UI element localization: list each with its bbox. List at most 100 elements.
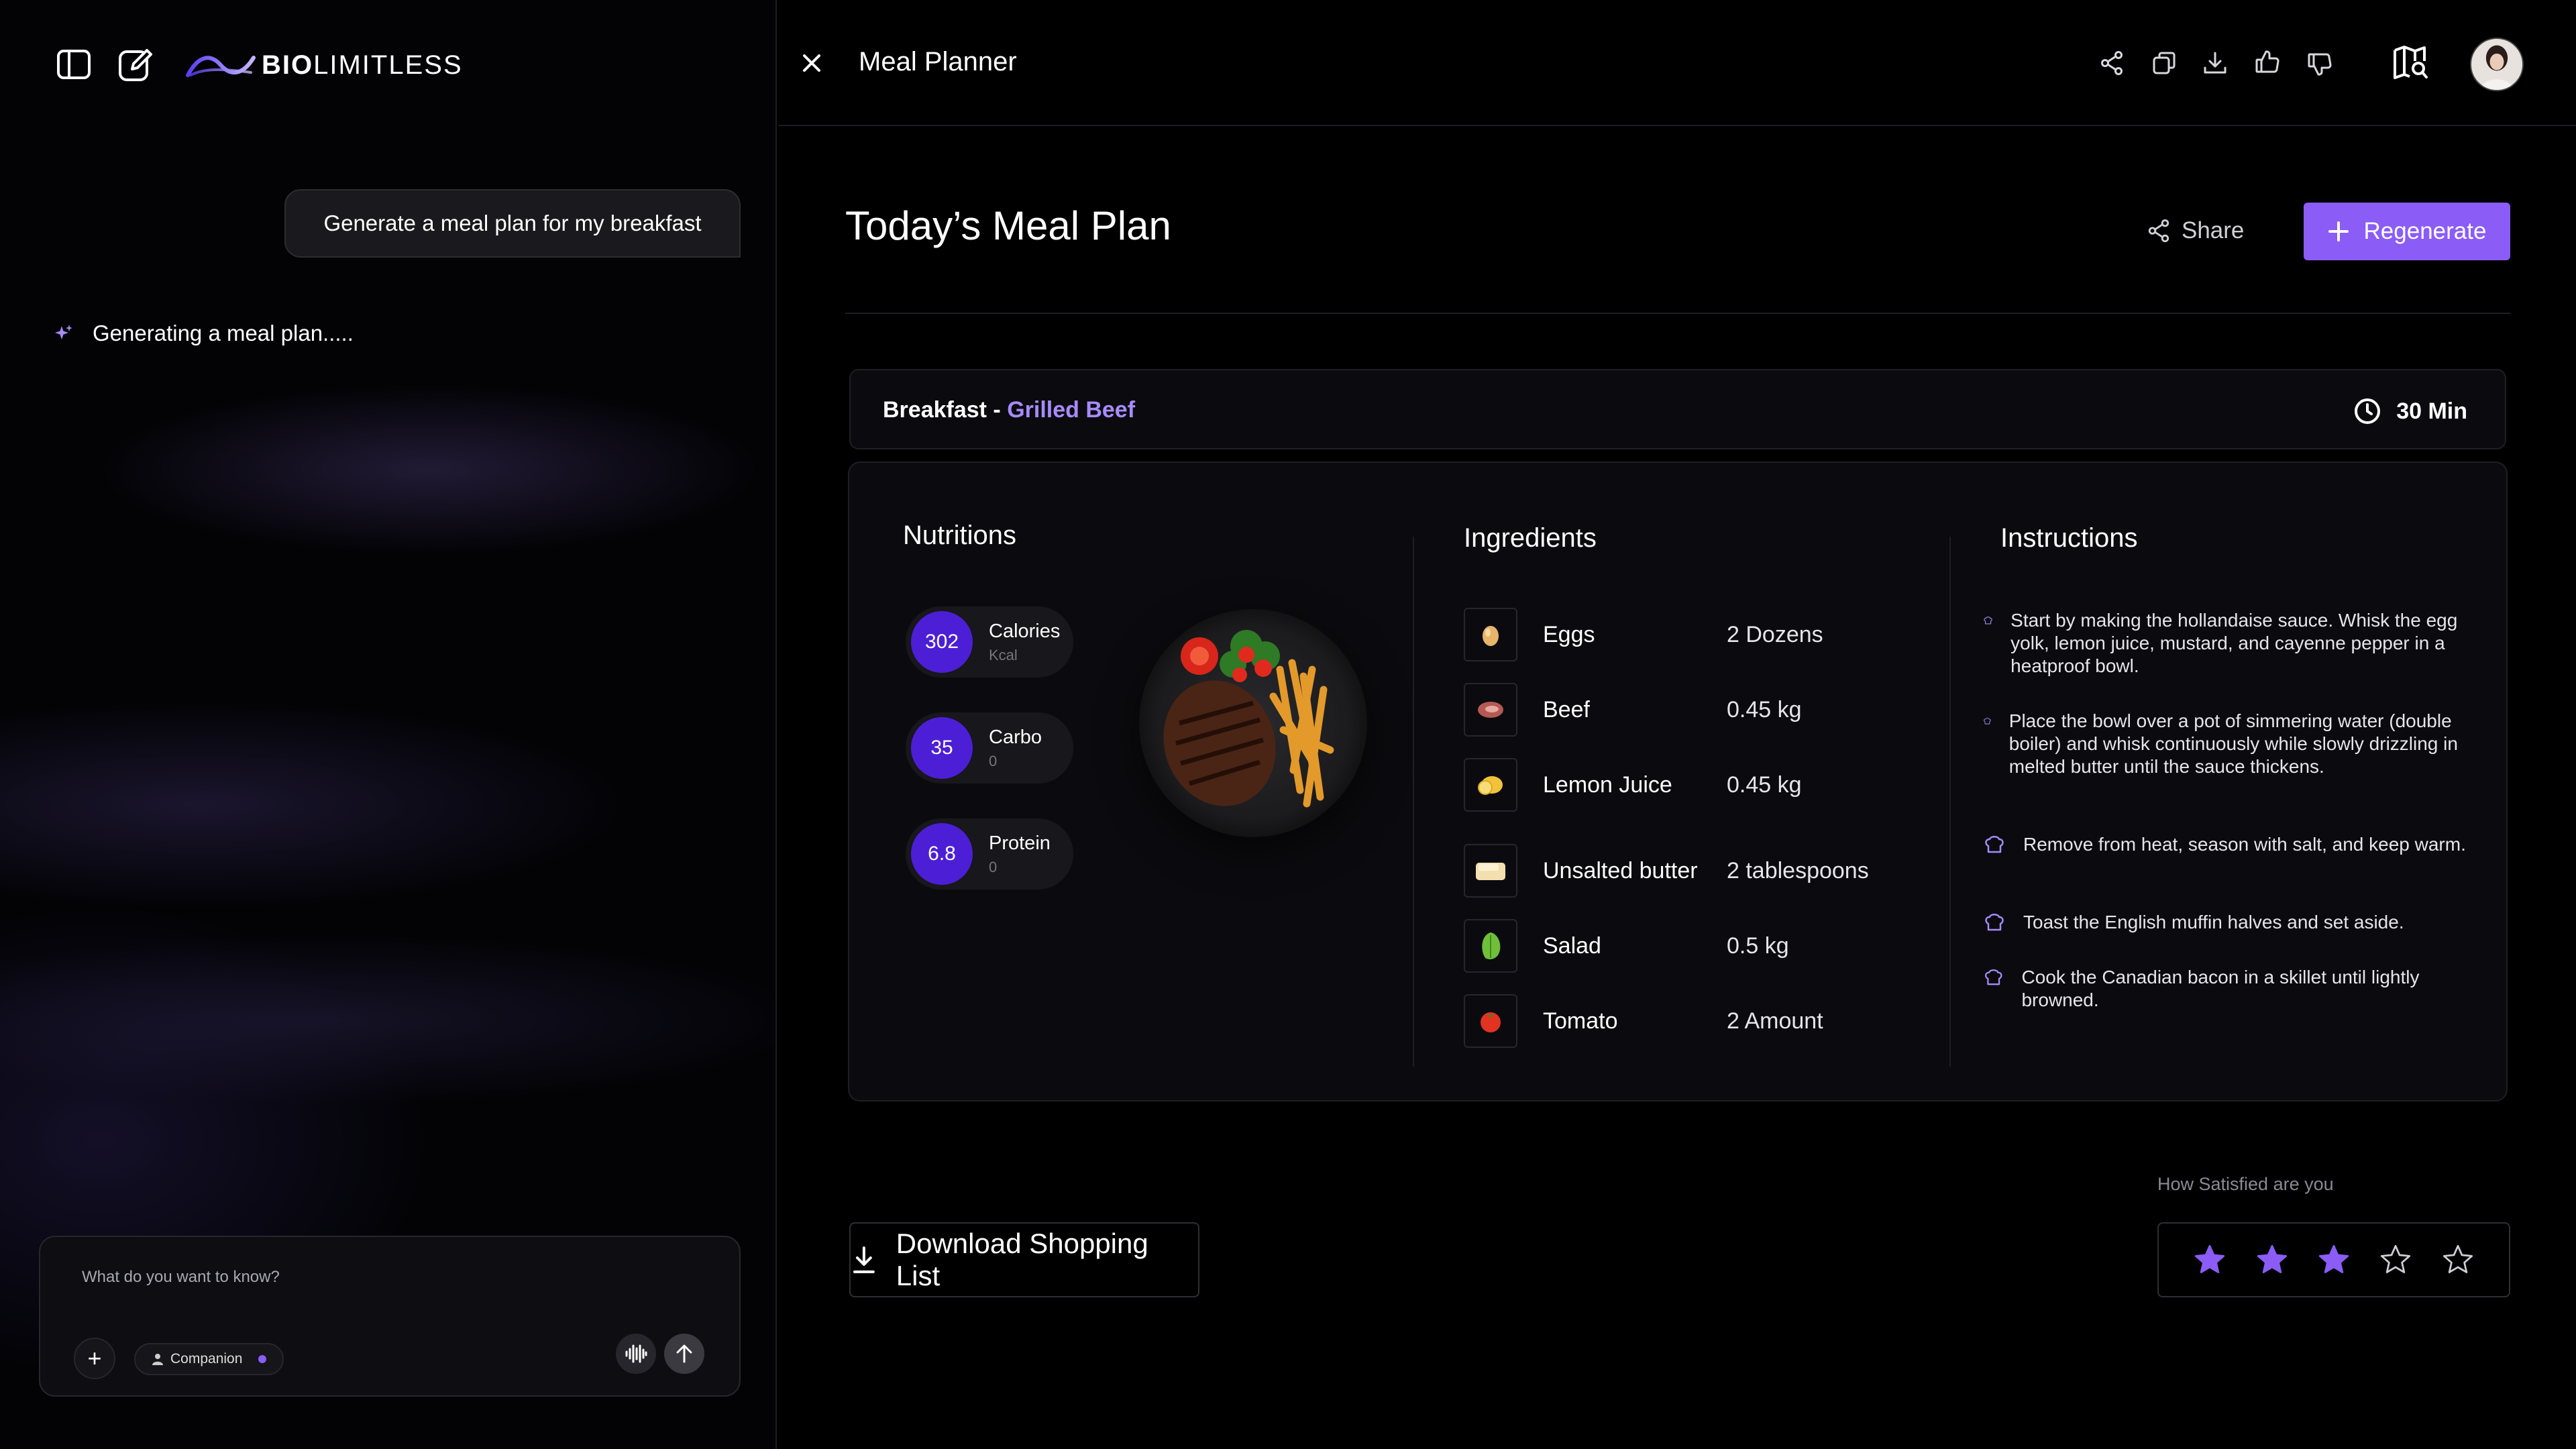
nutrition-item: 6.8 Protein 0 [906,818,1073,890]
star-empty-icon[interactable] [2442,1244,2474,1276]
lemon-icon [1464,758,1517,812]
nutrition-name: Carbo [989,726,1042,748]
avatar[interactable] [2470,38,2524,91]
meal-image [1139,609,1367,837]
status-dot [258,1355,267,1363]
star-filled-icon[interactable] [2194,1244,2226,1276]
attach-button[interactable]: + [74,1338,115,1379]
nutrition-name: Protein [989,832,1051,854]
instruction-step: Toast the English muffin halves and set … [1983,911,2466,934]
send-button[interactable] [664,1334,704,1374]
chef-hat-icon [1985,836,2004,853]
panel-title: Meal Planner [859,47,1017,76]
companion-mode-label: Companion [170,1351,243,1366]
share-button[interactable]: Share [2147,217,2244,244]
new-chat-icon[interactable] [115,44,156,85]
panel-header: Meal Planner [778,0,2576,126]
clock-icon [2355,398,2381,424]
chef-hat-icon [1984,616,1992,625]
egg-icon [1464,608,1517,661]
companion-mode-chip[interactable]: Companion [134,1343,284,1375]
ingredient-row: Lemon Juice 0.45 kg [1464,758,1802,812]
column-divider [1949,537,1951,1067]
nutrition-unit: Kcal [989,646,1018,663]
meal-planner-panel: Meal Planner Today’s Meal Plan Share Reg… [778,0,2576,1449]
meal-duration: 30 Min [2353,397,2467,425]
star-filled-icon[interactable] [2256,1244,2288,1276]
ingredient-name: Unsalted butter [1543,857,1698,883]
meal-name: Grilled Beef [1007,397,1136,423]
thumbs-up-icon[interactable] [2253,47,2282,76]
download-icon[interactable] [2200,48,2230,78]
ingredient-row: Salad 0.5 kg [1464,919,1789,973]
ingredient-name: Eggs [1543,621,1595,647]
ingredient-row: Eggs 2 Dozens [1464,608,1823,661]
chef-hat-icon [1985,969,2002,985]
instructions-title: Instructions [2000,523,2138,553]
waveform-icon [625,1344,647,1363]
sparkle-icon [55,325,72,339]
instruction-step: Place the bowl over a pot of simmering w… [1983,710,2466,778]
instruction-step: Remove from heat, season with salt, and … [1983,833,2466,856]
meal-details-card: Nutritions 302 Calories Kcal 35 Carbo 0 6.… [848,462,2508,1102]
voice-input-button[interactable] [616,1334,656,1374]
grilled-beef-plate-icon [1163,630,1334,808]
meal-duration-text: 30 Min [2396,398,2467,424]
person-icon [152,1354,163,1365]
tomato-icon [1464,994,1517,1048]
ingredient-name: Salad [1543,932,1601,959]
ingredient-quantity: 2 Amount [1727,1008,1823,1034]
instruction-text: Toast the English muffin halves and set … [2023,912,2404,932]
meal-header: Breakfast - Grilled Beef 30 Min [849,369,2506,449]
nutrition-unit: 0 [989,858,998,875]
ingredient-quantity: 2 Dozens [1727,621,1823,647]
regenerate-button-label: Regenerate [2363,218,2487,244]
nutrition-value: 35 [911,717,973,779]
nutrition-name: Calories [989,620,1061,642]
instruction-text: Cook the Canadian bacon in a skillet unt… [2021,967,2420,1010]
sidebar-toggle-icon[interactable] [54,47,94,82]
instruction-text: Place the bowl over a pot of simmering w… [2008,710,2458,777]
satisfaction-label: How Satisfied are you [2157,1174,2334,1194]
share-icon[interactable] [2097,48,2127,78]
download-shopping-list-label: Download Shopping List [896,1228,1148,1291]
regenerate-button[interactable]: Regenerate [2304,203,2510,260]
ingredient-name: Tomato [1543,1008,1618,1034]
thumbs-down-icon[interactable] [2305,50,2334,79]
share-icon [2148,219,2169,243]
ingredients-title: Ingredients [1464,523,1597,553]
share-button-label: Share [2182,217,2245,244]
star-filled-icon[interactable] [2318,1244,2350,1276]
generating-status: Generating a meal plan..... [54,321,354,346]
divider [845,313,2510,314]
ingredient-row: Unsalted butter 2 tablespoons [1464,844,1869,898]
plus-icon [2328,221,2349,241]
ingredient-quantity: 0.45 kg [1727,771,1802,798]
close-icon[interactable] [798,50,825,76]
map-search-icon[interactable] [2391,43,2431,83]
copy-icon[interactable] [2149,48,2179,78]
instruction-text: Remove from heat, season with salt, and … [2023,834,2466,855]
instruction-step: Start by making the hollandaise sauce. W… [1983,609,2466,678]
download-icon [853,1246,875,1273]
star-empty-icon[interactable] [2379,1244,2412,1276]
chef-hat-icon [1985,914,2004,931]
brand-logo-text: BIOLIMITLESS [262,50,463,80]
rating-stars[interactable] [2157,1222,2510,1297]
ingredient-quantity: 0.45 kg [1727,696,1802,722]
nutrition-unit: 0 [989,752,998,769]
ingredient-name: Beef [1543,696,1590,722]
download-shopping-list-button[interactable]: Download Shopping List [849,1222,1199,1297]
ingredient-name: Lemon Juice [1543,771,1672,798]
ingredient-row: Tomato 2 Amount [1464,994,1823,1048]
page-title: Today’s Meal Plan [845,203,1171,248]
nutrition-value: 6.8 [911,823,973,885]
arrow-up-icon [676,1344,692,1363]
brand-logo: BIOLIMITLESS [184,48,463,82]
chat-input-field[interactable]: What do you want to know? [82,1268,280,1287]
salad-icon [1464,919,1517,973]
nutrition-item: 35 Carbo 0 [906,712,1073,784]
column-divider [1413,537,1414,1067]
butter-icon [1464,844,1517,898]
meal-title: Breakfast - Grilled Beef [883,397,1136,423]
